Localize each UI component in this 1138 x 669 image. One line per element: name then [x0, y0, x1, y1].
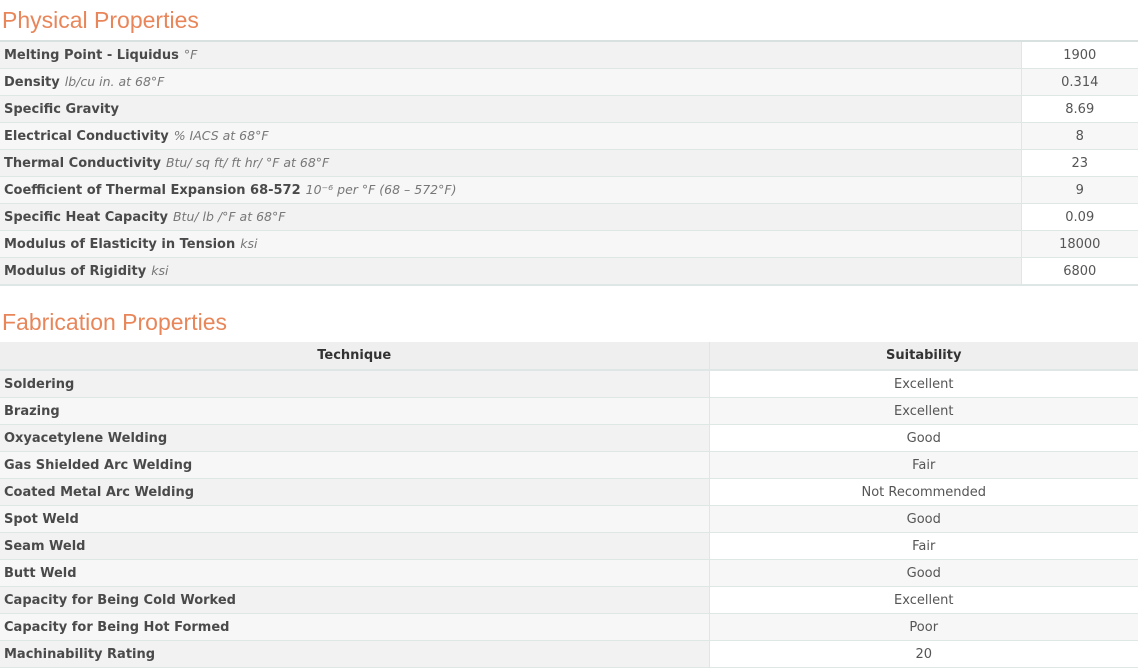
table-row: Modulus of Elasticity in Tension ksi 18000: [0, 230, 1138, 258]
property-value: 1900: [1020, 41, 1138, 69]
property-value: 0.314: [1020, 68, 1138, 96]
property-cell: Electrical Conductivity % IACS at 68°F: [0, 122, 1021, 150]
suitability-cell: Fair: [708, 532, 1138, 560]
technique-cell: Soldering: [0, 370, 709, 398]
property-value: 6800: [1020, 257, 1138, 286]
property-label: Density: [4, 75, 60, 90]
table-row: Soldering Excellent: [0, 370, 1138, 398]
technique-cell: Oxyacetylene Welding: [0, 424, 709, 452]
property-cell: Modulus of Rigidity ksi: [0, 257, 1021, 286]
technique-cell: Capacity for Being Cold Worked: [0, 586, 709, 614]
technique-column-header: Technique: [0, 342, 709, 371]
table-row: Specific Heat Capacity Btu/ lb /°F at 68°…: [0, 203, 1138, 231]
property-label: Thermal Conductivity: [4, 156, 161, 171]
table-row: Electrical Conductivity % IACS at 68°F 8: [0, 122, 1138, 150]
property-unit: Btu/ sq ft/ ft hr/ °F at 68°F: [165, 155, 330, 170]
suitability-cell: Excellent: [708, 586, 1138, 614]
property-label: Specific Heat Capacity: [4, 210, 168, 225]
suitability-cell: Good: [708, 424, 1138, 452]
technique-cell: Seam Weld: [0, 532, 709, 560]
property-value: 0.09: [1020, 203, 1138, 231]
property-cell: Density lb/cu in. at 68°F: [0, 68, 1021, 96]
property-value: 8.69: [1020, 95, 1138, 123]
property-value: 23: [1020, 149, 1138, 177]
suitability-cell: Excellent: [708, 370, 1138, 398]
property-cell: Specific Heat Capacity Btu/ lb /°F at 68°…: [0, 203, 1021, 231]
suitability-cell: Good: [708, 505, 1138, 533]
technique-cell: Machinability Rating: [0, 640, 709, 668]
property-unit: °F: [183, 47, 198, 62]
suitability-cell: Not Recommended: [708, 478, 1138, 506]
suitability-cell: Fair: [708, 451, 1138, 479]
property-unit: ksi: [151, 263, 169, 278]
suitability-cell: Excellent: [708, 397, 1138, 425]
property-cell: Melting Point - Liquidus °F: [0, 41, 1021, 69]
table-row: Spot Weld Good: [0, 505, 1138, 533]
table-row: Oxyacetylene Welding Good: [0, 424, 1138, 452]
technique-cell: Capacity for Being Hot Formed: [0, 613, 709, 641]
property-value: 8: [1020, 122, 1138, 150]
property-label: Specific Gravity: [4, 102, 119, 117]
technique-cell: Butt Weld: [0, 559, 709, 587]
physical-properties-table: Melting Point - Liquidus °F 1900 Density lb/…: [0, 40, 1138, 286]
table-row: Coated Metal Arc Welding Not Recommended: [0, 478, 1138, 506]
table-row: Brazing Excellent: [0, 397, 1138, 425]
fabrication-properties-title: Fabrication Properties: [2, 309, 227, 335]
suitability-column-header: Suitability: [708, 342, 1138, 371]
suitability-cell: Poor: [708, 613, 1138, 641]
physical-properties-title: Physical Properties: [2, 7, 199, 33]
property-unit: 10⁻⁶ per °F (68 – 572°F): [305, 182, 457, 197]
table-row: Gas Shielded Arc Welding Fair: [0, 451, 1138, 479]
property-cell: Modulus of Elasticity in Tension ksi: [0, 230, 1021, 258]
table-row: Capacity for Being Hot Formed Poor: [0, 613, 1138, 641]
property-label: Melting Point - Liquidus: [4, 48, 179, 63]
property-label: Modulus of Rigidity: [4, 264, 147, 279]
table-row: Density lb/cu in. at 68°F 0.314: [0, 68, 1138, 96]
technique-cell: Spot Weld: [0, 505, 709, 533]
fabrication-properties-table: Technique Suitability Soldering Excellent…: [0, 342, 1138, 668]
property-label: Electrical Conductivity: [4, 129, 169, 144]
property-cell: Specific Gravity: [0, 95, 1021, 123]
technique-cell: Coated Metal Arc Welding: [0, 478, 709, 506]
suitability-cell: Good: [708, 559, 1138, 587]
technique-cell: Gas Shielded Arc Welding: [0, 451, 709, 479]
property-label: Coefficient of Thermal Expansion 68-572: [4, 183, 301, 198]
table-row: Modulus of Rigidity ksi 6800: [0, 257, 1138, 286]
table-row: Thermal Conductivity Btu/ sq ft/ ft hr/ °…: [0, 149, 1138, 177]
technique-cell: Brazing: [0, 397, 709, 425]
property-unit: ksi: [240, 236, 258, 251]
suitability-cell: 20: [708, 640, 1138, 668]
property-cell: Thermal Conductivity Btu/ sq ft/ ft hr/ °…: [0, 149, 1021, 177]
table-row: Coefficient of Thermal Expansion 68-572 1…: [0, 176, 1138, 204]
table-header-row: Technique Suitability: [0, 342, 1138, 371]
property-value: 9: [1020, 176, 1138, 204]
table-row: Melting Point - Liquidus °F 1900: [0, 41, 1138, 69]
table-row: Seam Weld Fair: [0, 532, 1138, 560]
property-unit: Btu/ lb /°F at 68°F: [172, 209, 286, 224]
property-value: 18000: [1020, 230, 1138, 258]
table-row: Specific Gravity 8.69: [0, 95, 1138, 123]
property-cell: Coefficient of Thermal Expansion 68-572 1…: [0, 176, 1021, 204]
property-unit: lb/cu in. at 68°F: [64, 74, 165, 89]
table-row: Capacity for Being Cold Worked Excellent: [0, 586, 1138, 614]
table-row: Butt Weld Good: [0, 559, 1138, 587]
property-unit: % IACS at 68°F: [173, 128, 269, 143]
table-row: Machinability Rating 20: [0, 640, 1138, 668]
property-label: Modulus of Elasticity in Tension: [4, 237, 236, 252]
